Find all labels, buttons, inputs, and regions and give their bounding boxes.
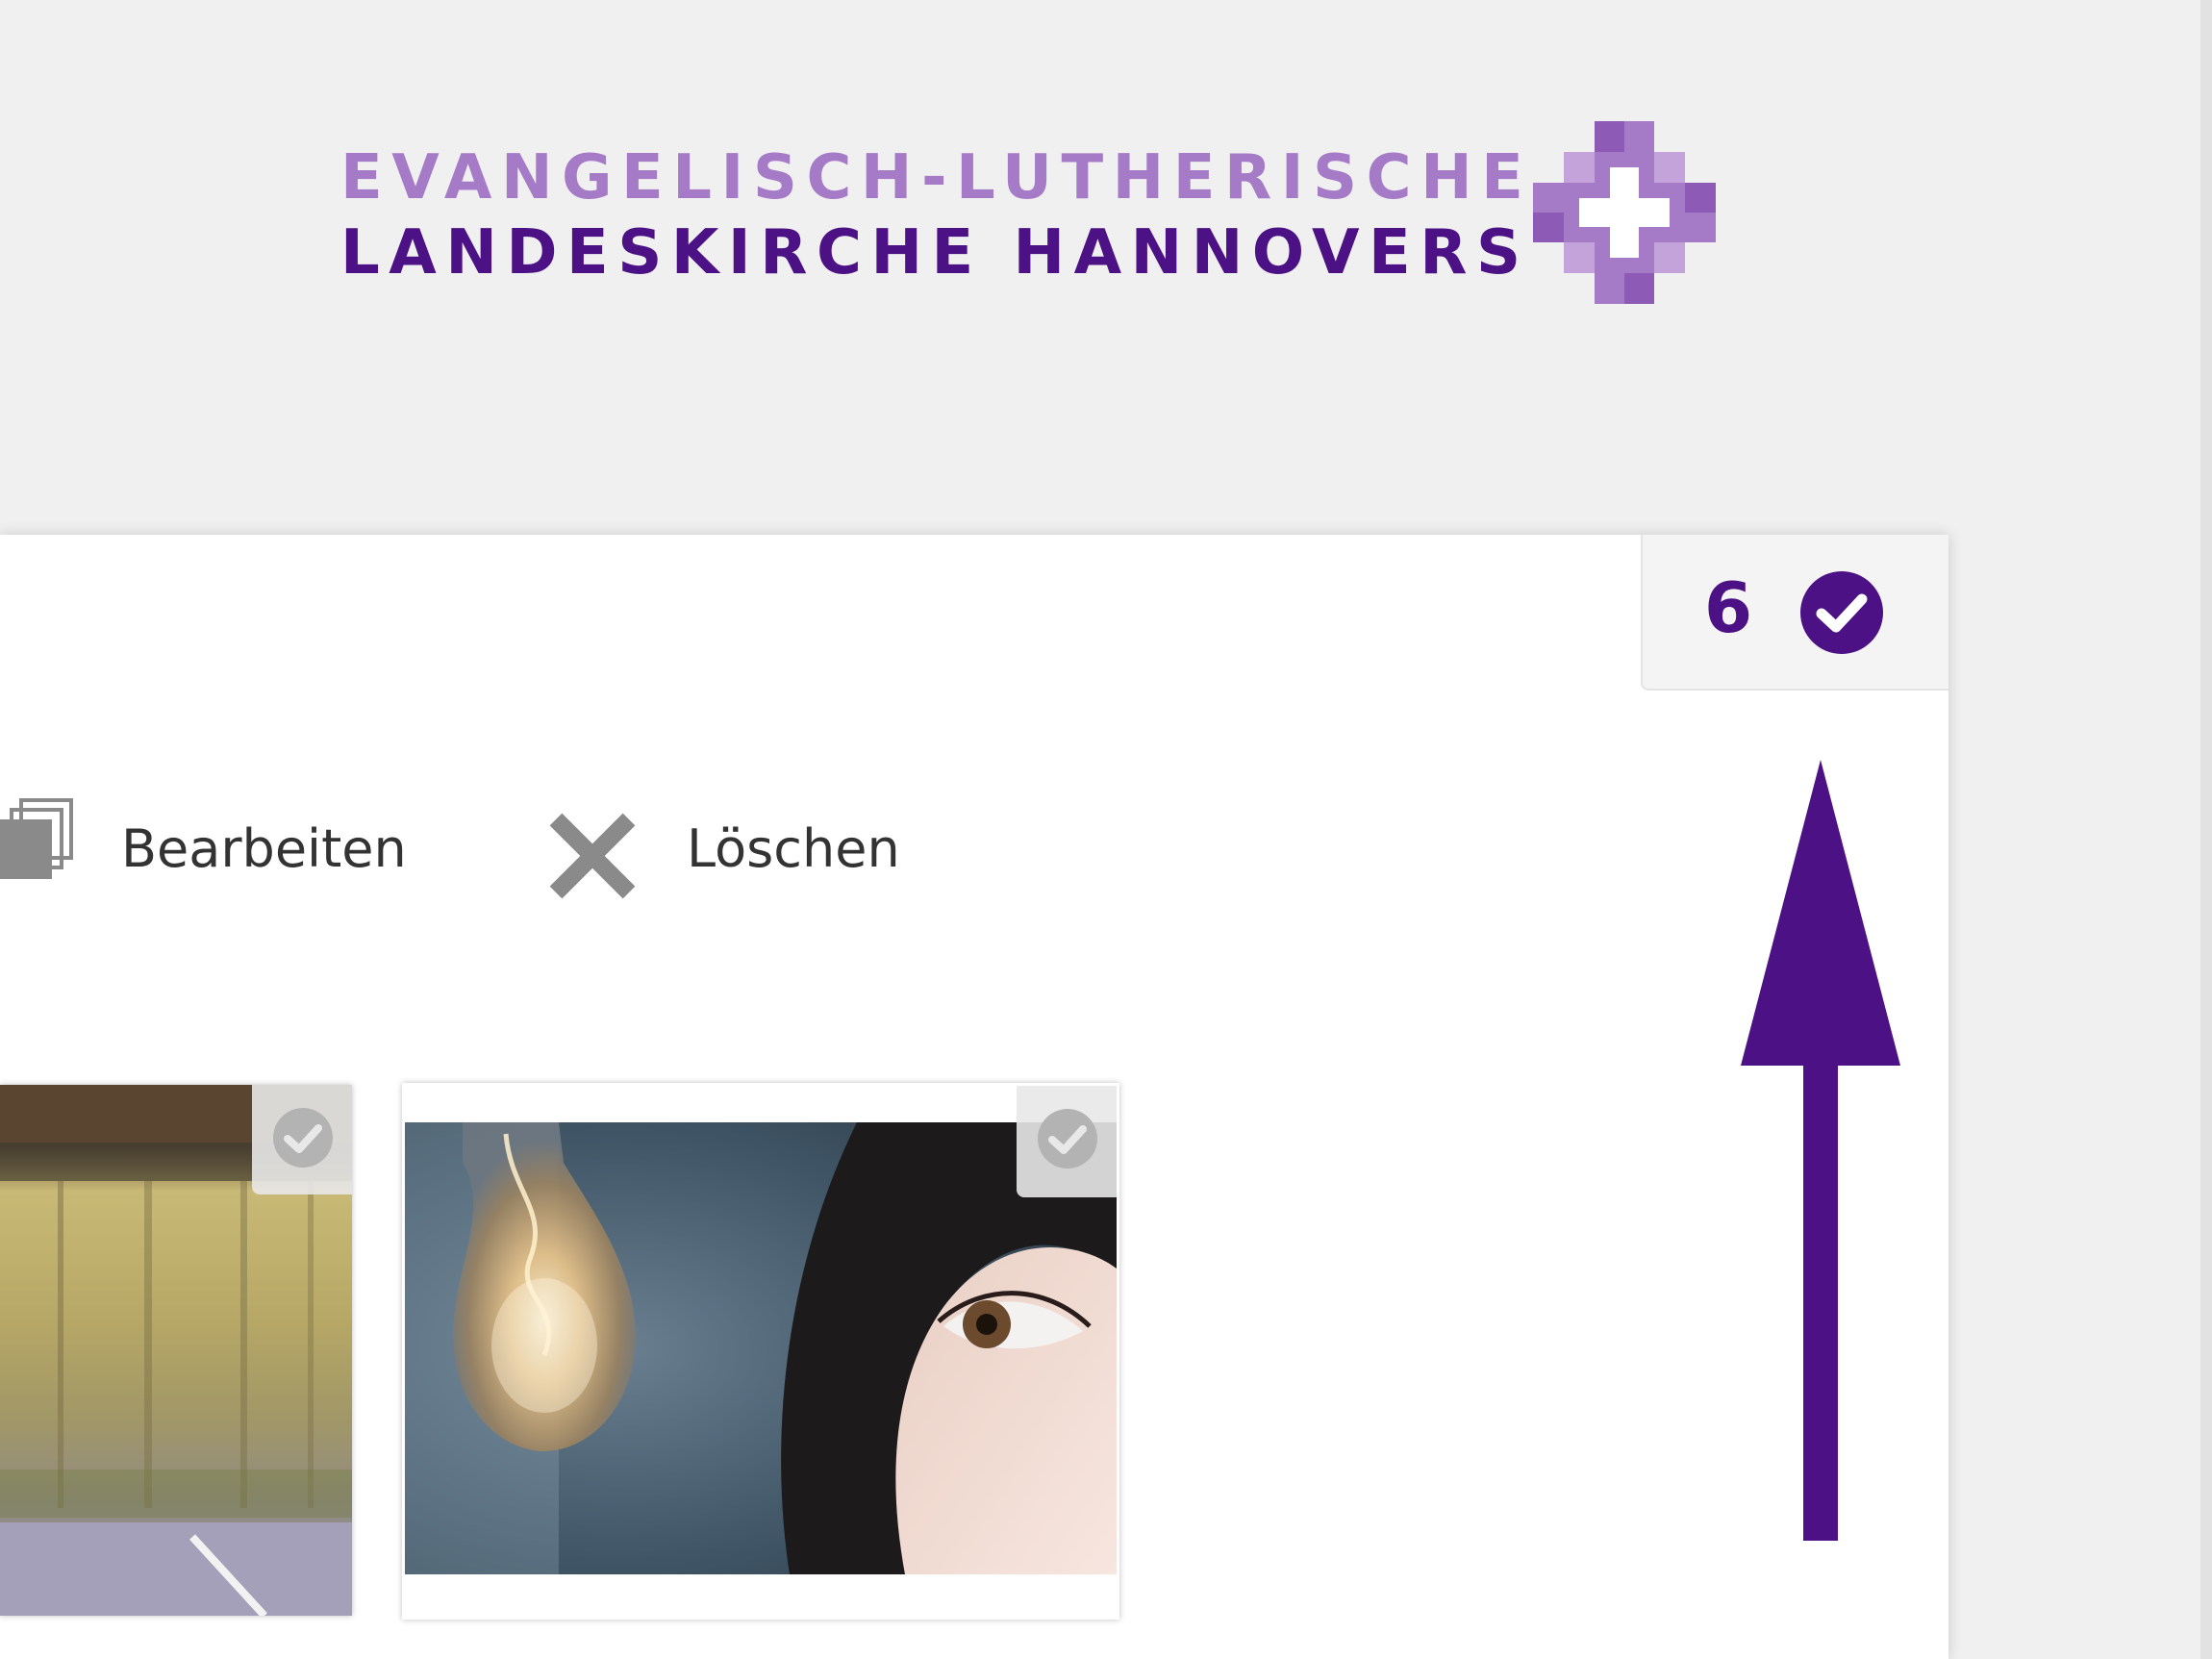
check-circle-icon — [1038, 1109, 1097, 1169]
selection-count: 6 — [1704, 567, 1753, 648]
check-circle-icon — [273, 1108, 333, 1168]
stacked-images-icon[interactable] — [0, 798, 73, 879]
edit-button[interactable]: Bearbeiten — [121, 819, 407, 879]
up-arrow-icon — [1741, 760, 1900, 1541]
cross-logo-icon — [1533, 121, 1716, 304]
thumbnail-select-toggle[interactable] — [252, 1085, 352, 1194]
close-x-icon[interactable] — [544, 808, 641, 904]
media-thumbnail[interactable] — [402, 1083, 1119, 1620]
media-thumbnail[interactable] — [0, 1085, 352, 1616]
selection-count-badge[interactable]: 6 — [1641, 535, 1948, 691]
logo-line-1: EVANGELISCH-LUTHERISCHE — [340, 142, 1533, 214]
thumbnail-select-toggle[interactable] — [1017, 1086, 1117, 1197]
page: EVANGELISCH-LUTHERISCHE LANDESKIRCHE HAN… — [0, 0, 2212, 1659]
thumbnail-image — [405, 1086, 1117, 1617]
delete-button[interactable]: Löschen — [687, 819, 900, 879]
logo-line-2: LANDESKIRCHE HANNOVERS — [340, 217, 1530, 289]
check-circle-icon — [1800, 571, 1883, 654]
church-logo-text: EVANGELISCH-LUTHERISCHE LANDESKIRCHE HAN… — [340, 140, 1533, 289]
media-panel: 6 Bearbeiten Löschen — [0, 535, 1948, 1659]
scrollbar-track[interactable] — [2200, 0, 2212, 1659]
